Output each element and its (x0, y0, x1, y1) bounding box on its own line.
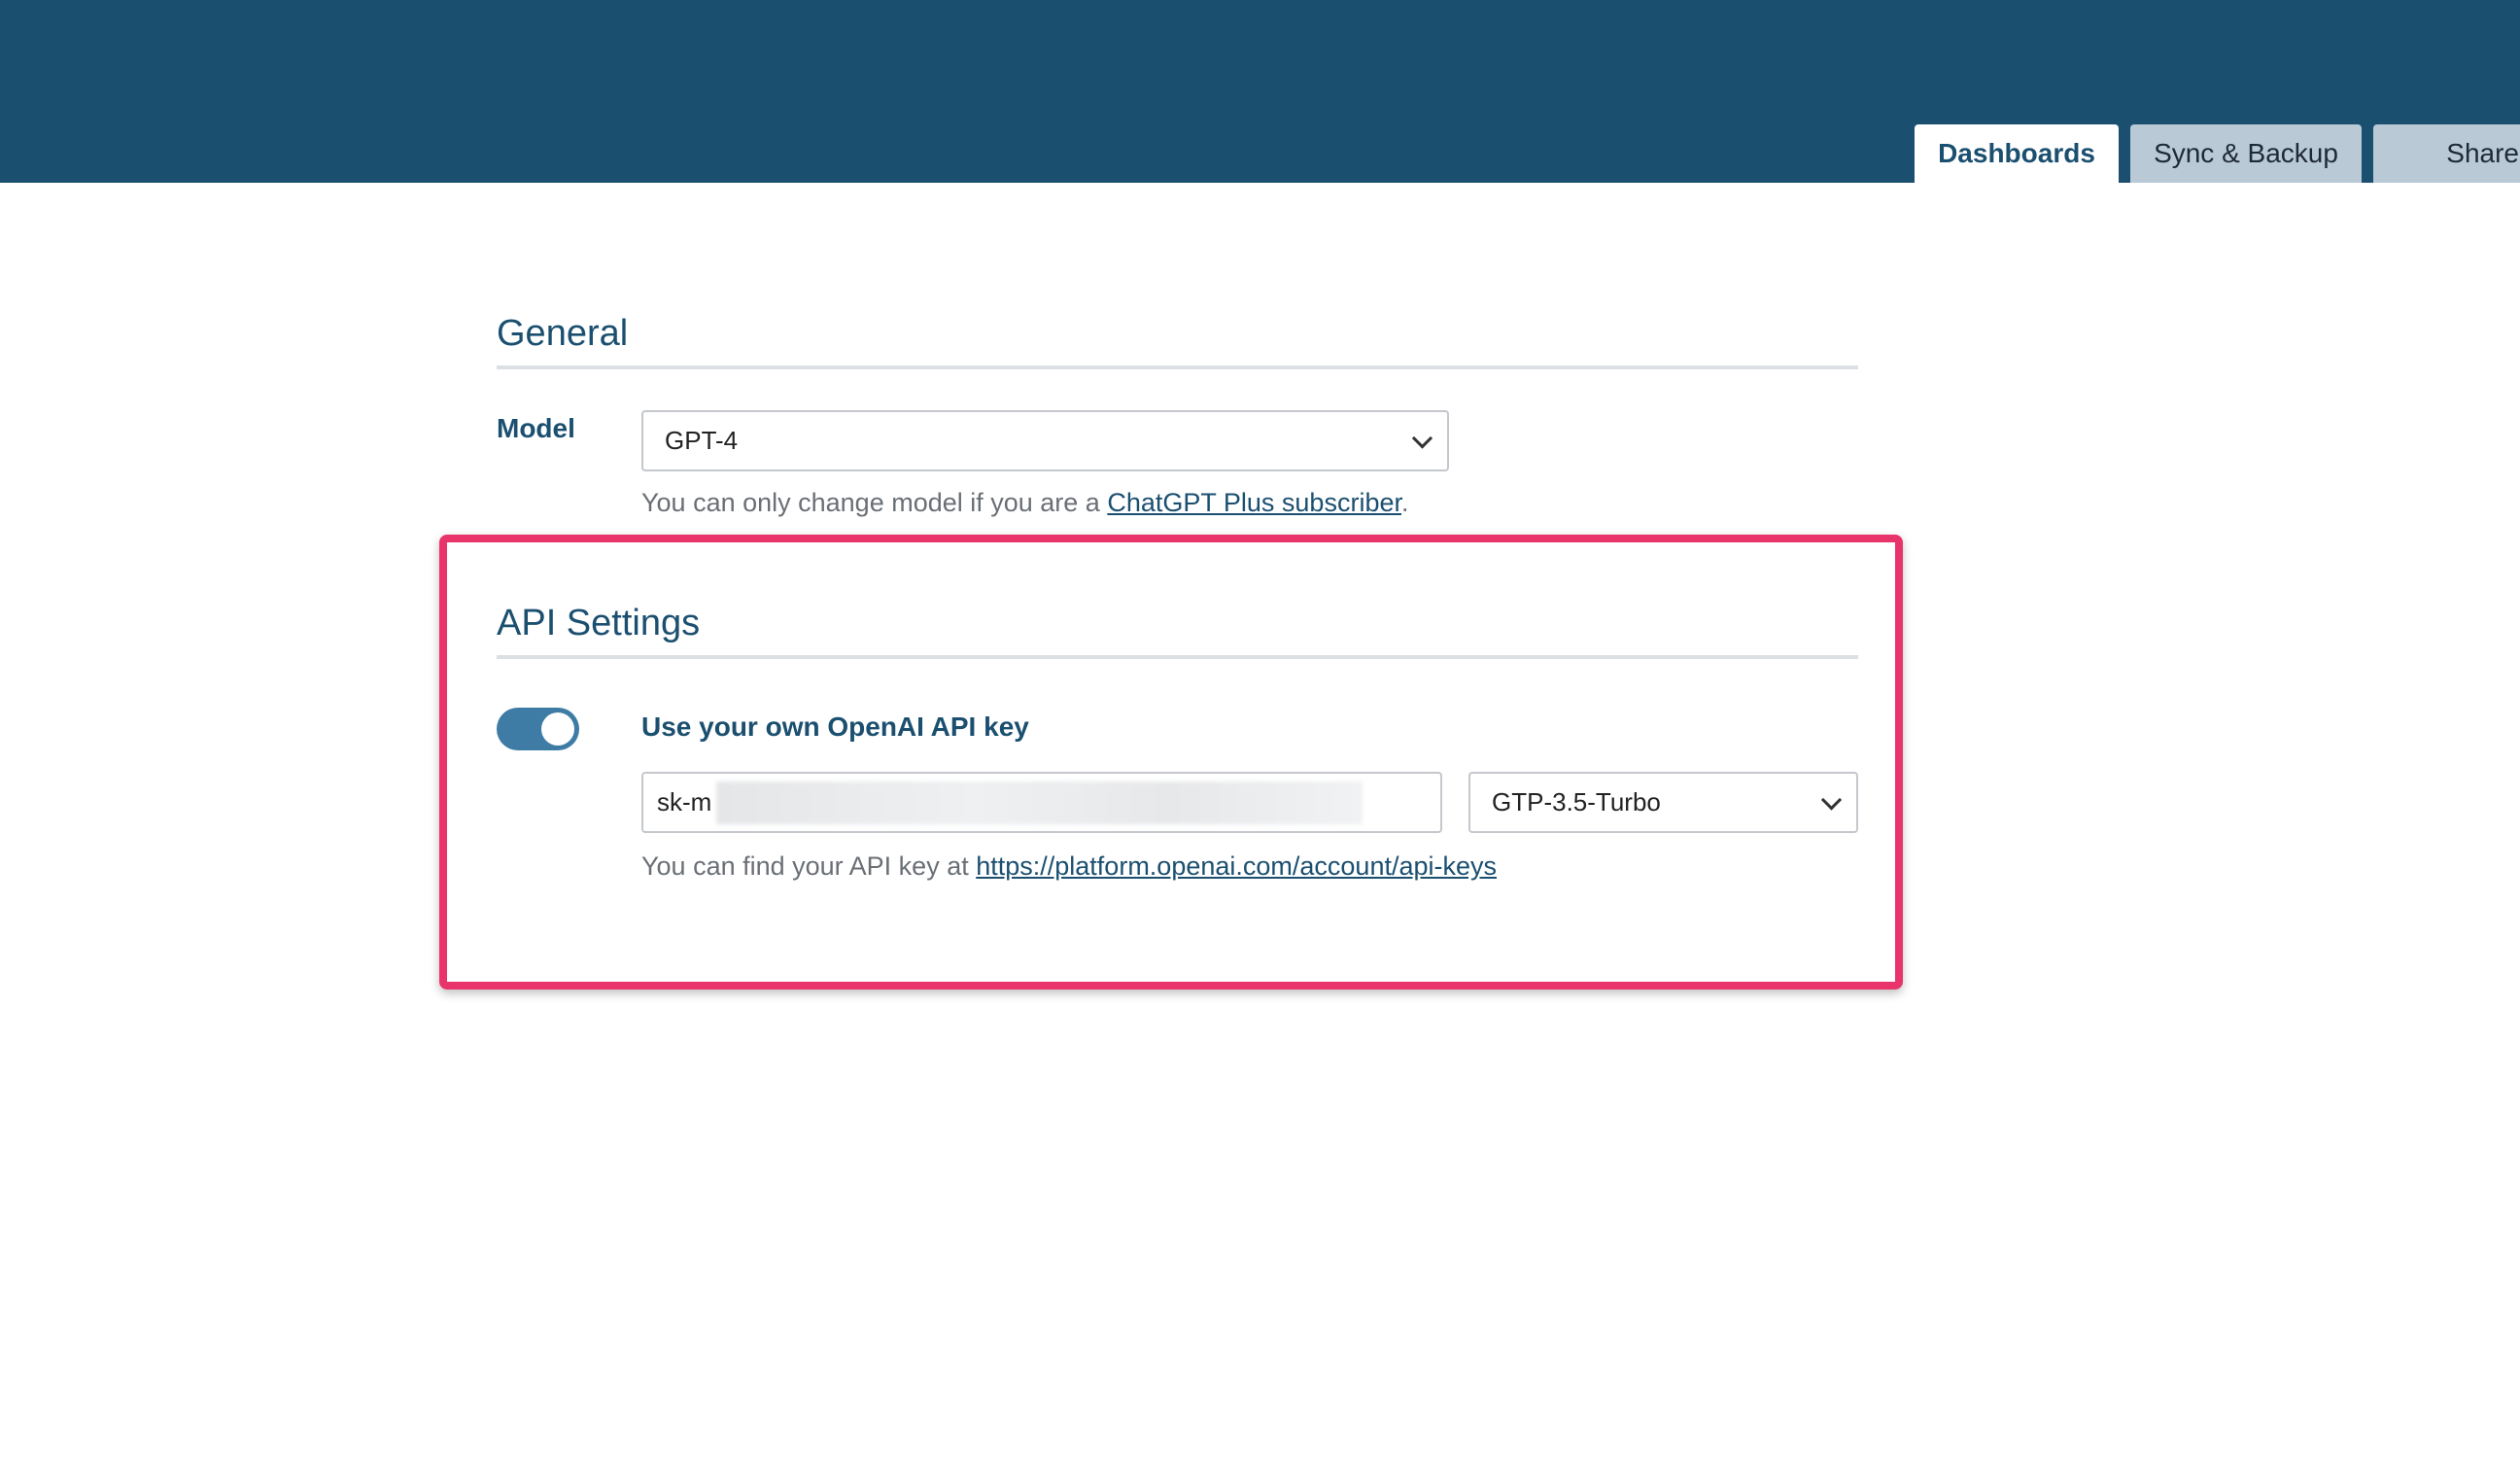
model-help-text: You can only change model if you are a C… (641, 488, 1409, 518)
model-select[interactable]: GPT-4 (641, 410, 1449, 471)
api-key-toggle-label: Use your own OpenAI API key (641, 712, 1029, 742)
toggle-knob (541, 712, 574, 746)
api-keys-link[interactable]: https://platform.openai.com/account/api-… (976, 851, 1497, 881)
chevron-down-icon (1820, 788, 1843, 811)
model-select-value: GPT-4 (665, 426, 739, 455)
api-key-redaction (716, 782, 1363, 824)
model-label: Model (497, 413, 575, 443)
api-key-value: sk-m (657, 787, 712, 816)
tab-dashboards[interactable]: Dashboards (1915, 124, 2119, 183)
chevron-down-icon (1411, 427, 1433, 449)
tab-share[interactable]: Share (2373, 124, 2520, 183)
api-key-input[interactable]: sk-m (641, 772, 1442, 833)
api-key-help-text: You can find your API key at https://pla… (641, 851, 1497, 882)
api-key-toggle[interactable] (497, 708, 579, 750)
api-settings-title: API Settings (497, 603, 701, 643)
chatgpt-plus-link[interactable]: ChatGPT Plus subscriber (1107, 488, 1401, 517)
general-divider (497, 365, 1858, 369)
api-model-select[interactable]: GTP-3.5-Turbo (1468, 772, 1858, 833)
api-settings-divider (497, 655, 1858, 659)
nav-tabs: Dashboards Sync & Backup Share (1915, 124, 2520, 183)
model-help-prefix: You can only change model if you are a (641, 488, 1108, 517)
api-key-help-prefix: You can find your API key at (641, 851, 977, 881)
tab-sync-backup[interactable]: Sync & Backup (2130, 124, 2362, 183)
api-model-select-value: GTP-3.5-Turbo (1492, 787, 1661, 816)
model-help-suffix: . (1400, 488, 1409, 517)
general-section-title: General (497, 313, 629, 354)
